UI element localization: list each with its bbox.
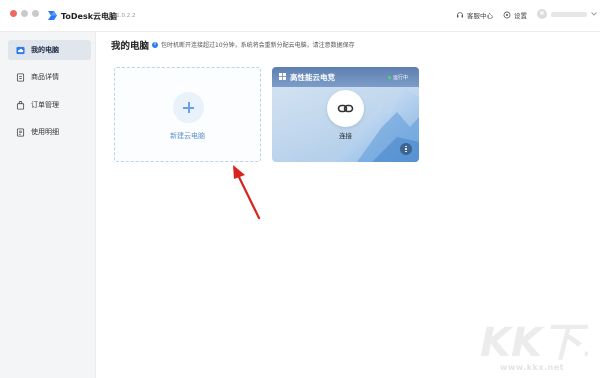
- status-dot-icon: [388, 76, 391, 79]
- new-cloud-pc-label: 新建云电脑: [170, 132, 205, 140]
- more-dot: [405, 148, 407, 150]
- sidebar: 我的电脑 商品详情 订单管理 使用明细: [0, 32, 96, 378]
- card-header: 高性能云电竞 运行中: [272, 67, 419, 87]
- connect-label: 连接: [339, 132, 352, 140]
- more-options-button[interactable]: [400, 143, 412, 155]
- avatar: [537, 9, 547, 19]
- notice-text: 包时机断开连接超过10分钟，系统将会重新分配云电脑，请注意数据保存: [161, 42, 355, 49]
- cloud-pc-name: 高性能云电竞: [290, 73, 335, 82]
- list-icon: [16, 127, 25, 137]
- window-minimize-button[interactable]: [21, 10, 28, 17]
- more-dot: [405, 145, 407, 148]
- more-dot: [405, 150, 407, 153]
- status-badge: 运行中: [388, 74, 408, 81]
- windows-icon: [279, 73, 286, 80]
- todesk-logo-icon: [48, 11, 57, 20]
- plus-icon: [173, 92, 204, 123]
- product-icon: [16, 72, 25, 82]
- chevron-down-icon: [591, 12, 597, 16]
- window-zoom-button[interactable]: [32, 10, 39, 17]
- gear-icon: [503, 11, 511, 19]
- sidebar-item-order-management[interactable]: 订单管理: [8, 95, 91, 115]
- svg-text:KK下载: KK下载: [480, 320, 588, 362]
- sidebar-item-usage-details[interactable]: 使用明细: [8, 122, 91, 142]
- user-menu[interactable]: [537, 9, 597, 19]
- new-cloud-pc-card[interactable]: 新建云电脑: [114, 67, 261, 162]
- kk-download-watermark-logo: KK下载: [480, 320, 588, 362]
- page-title: 我的电脑: [111, 41, 150, 52]
- cloud-pc-card[interactable]: 高性能云电竞 运行中 连接: [272, 67, 419, 162]
- settings-label: 设置: [514, 12, 527, 20]
- support-center-button[interactable]: 客服中心: [456, 10, 493, 20]
- sidebar-item-label: 商品详情: [31, 73, 59, 81]
- sidebar-item-product-details[interactable]: 商品详情: [8, 67, 91, 87]
- settings-button[interactable]: 设置: [503, 10, 527, 20]
- link-icon: [337, 104, 354, 113]
- app-version: v1.0.2.2: [113, 13, 136, 19]
- status-text: 运行中: [393, 75, 409, 81]
- title-bar: ToDesk云电脑 v1.0.2.2 客服中心 设置: [0, 0, 600, 32]
- sidebar-item-label: 订单管理: [31, 101, 59, 109]
- username-masked: [551, 11, 587, 17]
- connect-button[interactable]: [327, 90, 364, 127]
- app-title: ToDesk云电脑: [61, 12, 118, 21]
- sidebar-item-my-computer[interactable]: 我的电脑: [8, 40, 91, 60]
- window-close-button[interactable]: [10, 10, 17, 17]
- info-icon: i: [152, 41, 158, 48]
- bag-icon: [16, 100, 25, 110]
- headset-icon: [456, 12, 464, 18]
- watermark-url: www.kkx.net: [500, 363, 564, 372]
- sidebar-item-label: 我的电脑: [31, 46, 59, 54]
- support-center-label: 客服中心: [467, 12, 493, 20]
- cloud-icon: [16, 46, 25, 54]
- sidebar-item-label: 使用明细: [31, 128, 59, 136]
- notice: i 包时机断开连接超过10分钟，系统将会重新分配云电脑，请注意数据保存: [152, 40, 355, 49]
- annotation-arrow-icon: [233, 165, 261, 220]
